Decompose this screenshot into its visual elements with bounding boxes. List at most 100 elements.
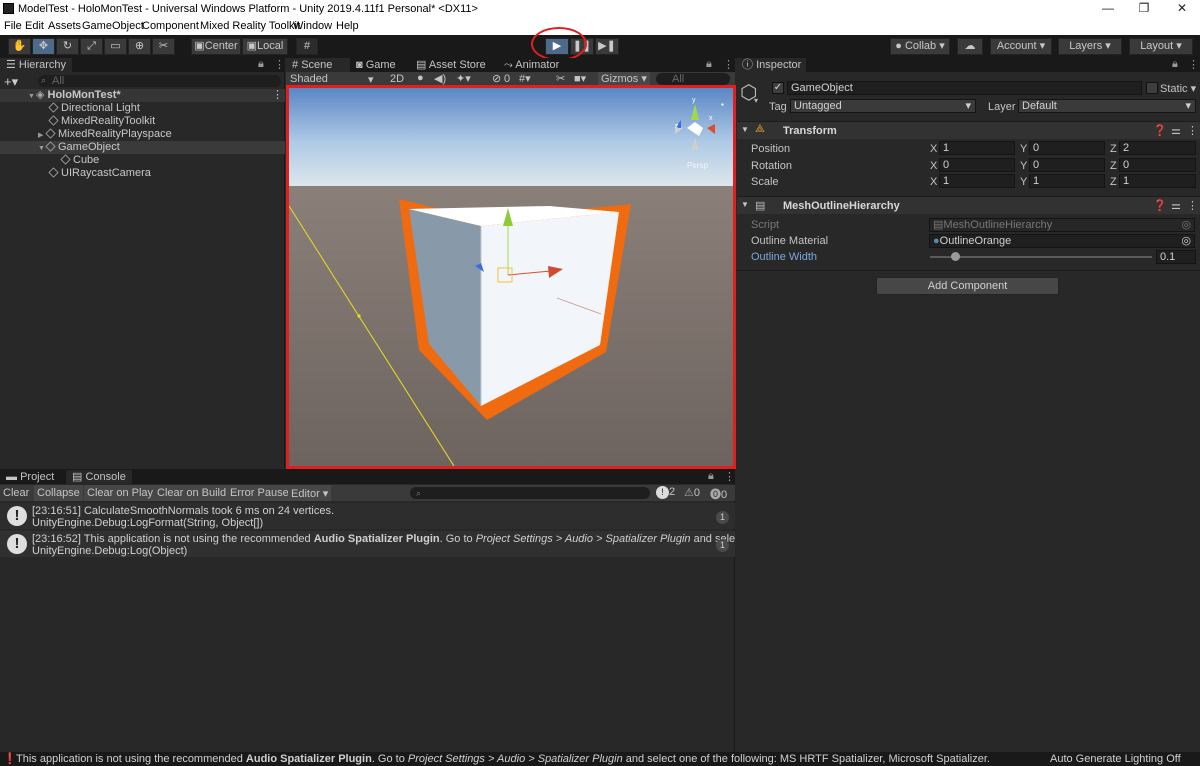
tab-animator[interactable]: ⤳ Animator [498, 58, 565, 72]
position-y-input[interactable]: 0 [1029, 141, 1105, 155]
tag-dropdown[interactable]: Untagged ▾ [790, 99, 976, 113]
tab-project[interactable]: ▬ Project [0, 470, 60, 484]
grid-snap-icon[interactable]: # [296, 38, 318, 55]
scene-search-input[interactable]: All [656, 73, 730, 85]
outline-width-slider-track[interactable] [930, 256, 1152, 258]
pivot-center-toggle[interactable]: ▣Center [191, 38, 241, 55]
scene-viewport[interactable]: z y x Persp ▪ [286, 85, 736, 469]
minimize-button[interactable]: — [1090, 0, 1126, 18]
console-collapse-button[interactable]: Collapse [34, 485, 83, 501]
object-picker-icon[interactable]: ◎ [1181, 235, 1191, 247]
lock-icon[interactable]: 🔒︎ [706, 58, 712, 71]
scale-x-input[interactable]: 1 [939, 174, 1015, 188]
mesh-outline-component-header[interactable]: ▼ ▤ MeshOutlineHierarchy ❓ ⚌ ⋮ [737, 196, 1200, 214]
camera-icon[interactable]: ■▾ [574, 72, 586, 85]
tab-hierarchy[interactable]: ☰ Hierarchy [0, 58, 72, 72]
restore-button[interactable]: ❐ [1126, 0, 1162, 18]
rotation-x-input[interactable]: 0 [939, 158, 1015, 172]
rotate-tool-icon[interactable]: ↻ [56, 38, 79, 55]
expand-arrow-icon[interactable]: ▼ [741, 200, 749, 209]
menu-assets[interactable]: Assets [48, 20, 81, 32]
menu-file[interactable]: File [4, 20, 22, 32]
active-checkbox[interactable]: ✓ [772, 82, 784, 94]
hierarchy-item-cube[interactable]: Cube [0, 154, 285, 167]
step-button[interactable]: ▶❚ [595, 38, 619, 55]
tab-inspector[interactable]: ⓘ Inspector [736, 58, 806, 72]
lighting-toggle-icon[interactable]: ● [417, 72, 424, 84]
grid-toggle-icon[interactable]: #▾ [519, 72, 531, 85]
static-dropdown[interactable]: Static ▾ [1160, 82, 1196, 95]
rotation-z-input[interactable]: 0 [1119, 158, 1196, 172]
custom-tool-icon[interactable]: ✂ [152, 38, 175, 55]
transform-tool-icon[interactable]: ⊕ [128, 38, 151, 55]
tab-asset-store[interactable]: ▤ Asset Store [410, 58, 492, 72]
hand-tool-icon[interactable]: ✋ [8, 38, 31, 55]
panel-menu-icon[interactable]: ⋮ [1188, 58, 1199, 71]
auto-lighting-status[interactable]: Auto Generate Lighting Off [1050, 753, 1181, 765]
expand-arrow-icon[interactable]: ▼ [741, 125, 749, 134]
hierarchy-item-mrtk[interactable]: MixedRealityToolkit [0, 115, 285, 128]
hierarchy-search-input[interactable]: All [38, 75, 281, 87]
error-count-toggle[interactable]: ⓿0 [710, 486, 727, 502]
menu-help[interactable]: Help [336, 20, 359, 32]
hidden-objects-icon[interactable]: ⊘ [492, 72, 501, 85]
console-clear-on-build-button[interactable]: Clear on Build [154, 485, 230, 501]
add-component-button[interactable]: Add Component [876, 277, 1059, 295]
hierarchy-item-playspace[interactable]: ▶ MixedRealityPlayspace [0, 128, 285, 141]
account-dropdown[interactable]: Account ▾ [990, 38, 1052, 55]
console-log-entry[interactable]: ! [23:16:51] CalculateSmoothNormals took… [0, 503, 735, 529]
menu-window[interactable]: Window [293, 20, 332, 32]
console-clear-on-play-button[interactable]: Clear on Play [84, 485, 157, 501]
component-menu-icon[interactable]: ⋮ [1187, 199, 1198, 212]
scale-y-input[interactable]: 1 [1029, 174, 1105, 188]
tools-icon[interactable]: ✂ [556, 72, 565, 85]
tab-game[interactable]: ◙ Game [350, 58, 402, 72]
panel-menu-icon[interactable]: ⋮ [274, 58, 285, 71]
close-button[interactable]: ✕ [1164, 0, 1200, 18]
scale-tool-icon[interactable]: ⤢ [80, 38, 103, 55]
info-count-toggle[interactable]: ! 2 [656, 486, 675, 499]
tab-console[interactable]: ▤ Console [66, 470, 132, 484]
help-icon[interactable]: ❓ [1153, 199, 1167, 212]
menu-edit[interactable]: Edit [25, 20, 44, 32]
position-x-input[interactable]: 1 [939, 141, 1015, 155]
scale-z-input[interactable]: 1 [1119, 174, 1196, 188]
lock-icon[interactable]: 🔒︎ [258, 58, 264, 71]
console-clear-button[interactable]: Clear [3, 487, 29, 499]
presets-icon[interactable]: ⚌ [1171, 199, 1181, 212]
panel-menu-icon[interactable]: ⋮ [724, 470, 735, 483]
cloud-icon[interactable]: ☁ [957, 38, 983, 55]
move-tool-icon[interactable]: ✥ [32, 38, 55, 55]
layers-dropdown[interactable]: Layers ▾ [1058, 38, 1122, 55]
pivot-local-toggle[interactable]: ▣Local [242, 38, 288, 55]
status-message[interactable]: This application is not using the recomm… [16, 753, 990, 765]
collab-dropdown[interactable]: ● Collab ▾ [890, 38, 950, 55]
shading-dropdown[interactable]: Shaded ▾ [290, 73, 380, 86]
view-lock-icon[interactable]: ▪ [721, 100, 724, 109]
fx-dropdown-icon[interactable]: ✦▾ [456, 72, 471, 85]
create-plus-button[interactable]: +▾ [4, 74, 18, 90]
lock-icon[interactable]: 🔒︎ [1172, 58, 1178, 71]
toggle-2d-button[interactable]: 2D [390, 73, 404, 85]
help-icon[interactable]: ❓ [1153, 124, 1167, 137]
presets-icon[interactable]: ⚌ [1171, 124, 1181, 137]
transform-component-header[interactable]: ▼ ⟁ Transform ❓ ⚌ ⋮ [737, 121, 1200, 139]
layout-dropdown[interactable]: Layout ▾ [1129, 38, 1193, 55]
console-log-entry[interactable]: ! [23:16:52] This application is not usi… [0, 531, 735, 557]
console-error-pause-button[interactable]: Error Pause [227, 485, 292, 501]
panel-menu-icon[interactable]: ⋮ [723, 58, 734, 71]
warning-count-toggle[interactable]: ⚠0 [684, 486, 700, 499]
layer-dropdown[interactable]: Default ▾ [1018, 99, 1196, 113]
outline-width-slider-thumb[interactable] [951, 252, 960, 261]
hierarchy-item-directional-light[interactable]: Directional Light [0, 102, 285, 115]
rect-tool-icon[interactable]: ▭ [104, 38, 127, 55]
static-checkbox[interactable] [1146, 82, 1158, 94]
menu-mixed-reality-toolkit[interactable]: Mixed Reality Toolkit [200, 20, 300, 32]
gameobject-name-input[interactable]: GameObject [787, 81, 1142, 95]
hierarchy-scene-row[interactable]: ▼◈ HoloMonTest* ⋮ [0, 89, 285, 102]
chevron-down-icon[interactable]: ▾ [754, 96, 758, 105]
gizmos-dropdown[interactable]: Gizmos ▾ [598, 72, 650, 86]
menu-gameobject[interactable]: GameObject [82, 20, 144, 32]
tab-scene[interactable]: # Scene [286, 58, 350, 72]
console-search-input[interactable]: ⌕ [410, 487, 650, 499]
